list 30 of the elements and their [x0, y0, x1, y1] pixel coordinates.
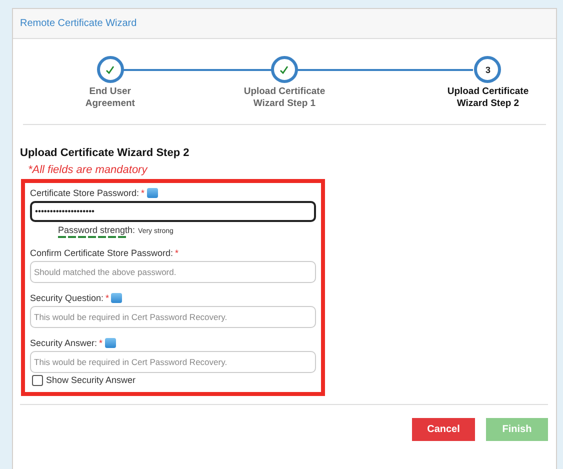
help-icon[interactable] — [146, 188, 158, 198]
checkmark-icon — [279, 64, 290, 74]
mandatory-note: *All fields are mandatory — [28, 164, 149, 176]
step-label: End User Agreement — [84, 86, 136, 110]
step-label: Upload Certificate Wizard Step 2 — [446, 86, 530, 110]
field-label: Security Question: — [30, 292, 104, 303]
required-mark: * — [175, 248, 179, 258]
required-mark: * — [99, 338, 103, 348]
required-mark: * — [141, 188, 145, 198]
step-circle: 3 — [474, 56, 502, 83]
field-label: Confirm Certificate Store Password: — [30, 248, 174, 258]
strength-underline — [58, 236, 126, 238]
help-icon[interactable] — [104, 338, 116, 348]
cancel-button[interactable]: Cancel — [412, 418, 475, 441]
input-field[interactable]: Should matched the above password. — [30, 260, 316, 283]
checkbox-icon[interactable] — [32, 374, 43, 386]
strength-label: Password strength: — [58, 224, 136, 235]
section-title: Upload Certificate Wizard Step 2 — [20, 146, 190, 159]
input-field[interactable]: This would be required in Cert Password Recovery. — [30, 306, 316, 328]
checkbox-label: Show Security Answer — [46, 375, 136, 386]
help-icon[interactable] — [111, 292, 122, 303]
field-label: Security Answer: — [30, 338, 98, 348]
input-field[interactable]: •••••••••••••••••••• — [30, 200, 316, 222]
step-label: Upload Certificate Wizard Step 1 — [242, 86, 326, 110]
show-answer-checkbox[interactable]: Show Security Answer — [32, 374, 316, 386]
required-mark: * — [106, 292, 110, 303]
checkmark-icon — [105, 64, 116, 74]
window-title: Remote Certificate Wizard — [20, 18, 137, 29]
field-label: Certificate Store Password: — [30, 188, 140, 198]
input-field[interactable]: This would be required in Cert Password Recovery. — [30, 350, 316, 373]
